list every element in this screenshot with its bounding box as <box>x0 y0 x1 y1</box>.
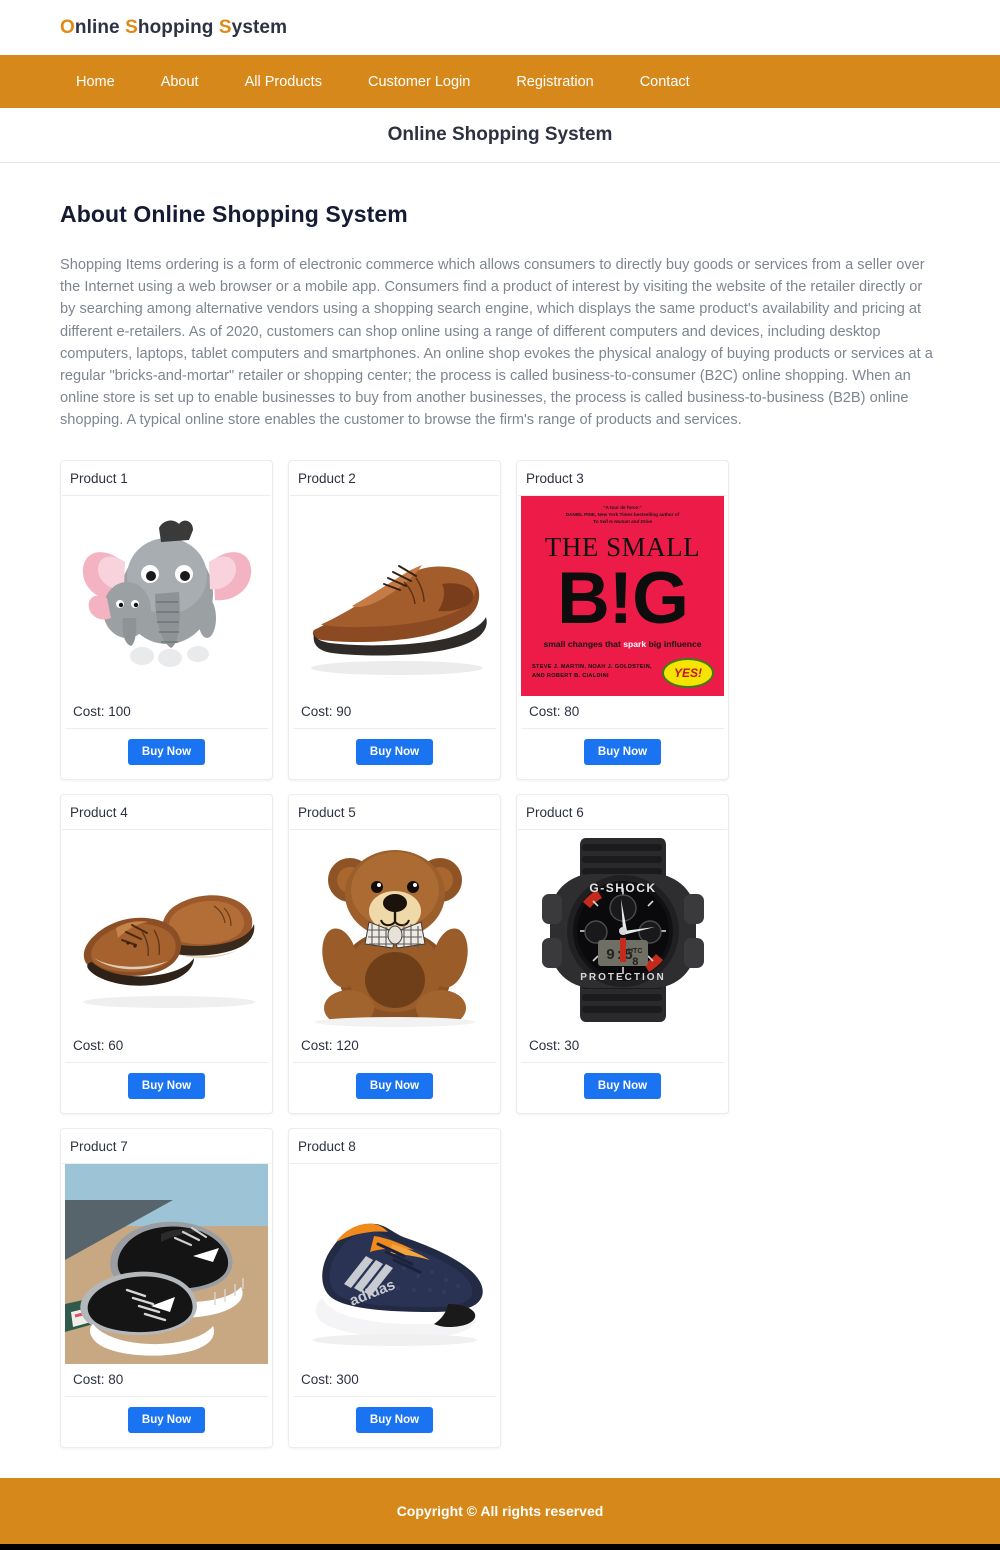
product-card[interactable]: Product 5 Cost: 120 Buy Now <box>288 793 501 1114</box>
product-cost: Cost: 120 <box>293 1030 496 1063</box>
nav-link-all-products[interactable]: All Products <box>229 66 338 98</box>
product-image-navy-adidas-sneaker: adidas <box>289 1163 500 1364</box>
watch-protection-label: PROTECTION <box>580 972 666 983</box>
main-navigation: Home About All Products Customer Login R… <box>0 55 1000 108</box>
book-authors-line2: AND ROBERT B. CIALDINI <box>532 672 609 679</box>
product-card[interactable]: Product 8 adidas Cost: 300 Buy Now <box>288 1127 501 1448</box>
product-title: Product 4 <box>62 795 271 830</box>
watch-utc-label: UTC <box>628 948 642 955</box>
main-content: About Online Shopping System Shopping It… <box>0 163 1000 1448</box>
product-image-black-reebok-sneakers-photo <box>61 1163 272 1364</box>
product-cost: Cost: 90 <box>293 696 496 729</box>
nav-item-all-products[interactable]: All Products <box>229 66 338 98</box>
product-card[interactable]: Product 2 Cost: 90 Buy Now <box>288 459 501 780</box>
product-cost: Cost: 60 <box>65 1030 268 1063</box>
buy-now-button[interactable]: Buy Now <box>127 1406 206 1433</box>
nav-item-customer-login[interactable]: Customer Login <box>352 66 486 98</box>
buy-now-button[interactable]: Buy Now <box>355 1072 434 1099</box>
buy-now-button[interactable]: Buy Now <box>355 738 434 765</box>
product-title: Product 3 <box>518 461 727 496</box>
page-title-bar: Online Shopping System <box>0 108 1000 163</box>
buy-now-button[interactable]: Buy Now <box>127 1072 206 1099</box>
book-blurb-works: To Sell Is Human and Drive <box>592 518 653 524</box>
buy-now-button[interactable]: Buy Now <box>583 1072 662 1099</box>
nav-item-about[interactable]: About <box>145 66 215 98</box>
site-logo[interactable]: Online Shopping System <box>60 17 287 39</box>
product-card[interactable]: Product 1 Cost: 100 Buy Now <box>60 459 273 780</box>
bottom-rule <box>0 1543 1000 1550</box>
book-title-big: B!G <box>557 557 689 639</box>
product-actions: Buy Now <box>61 1397 272 1447</box>
nav-link-registration[interactable]: Registration <box>500 66 609 98</box>
buy-now-button[interactable]: Buy Now <box>583 738 662 765</box>
logo-text-nline: nline <box>74 16 126 38</box>
buy-now-button[interactable]: Buy Now <box>127 738 206 765</box>
product-actions: Buy Now <box>517 729 728 779</box>
buy-now-button[interactable]: Buy Now <box>355 1406 434 1433</box>
product-image-brown-dress-shoe <box>289 495 500 696</box>
product-title: Product 6 <box>518 795 727 830</box>
brand-header: Online Shopping System <box>0 0 1000 55</box>
logo-letter-o: O <box>60 16 75 38</box>
copyright-text: Copyright © All rights reserved <box>396 1502 604 1519</box>
product-card[interactable]: Product 6 9:5 UTC 8 G-SHOCK PROTECTION C… <box>516 793 729 1114</box>
nav-link-contact[interactable]: Contact <box>624 66 706 98</box>
nav-item-registration[interactable]: Registration <box>500 66 609 98</box>
product-card[interactable]: Product 3 "A tour de force." DANIEL PINK… <box>516 459 729 780</box>
product-image-brown-teddy-bear <box>289 829 500 1030</box>
book-yes-badge-label: YES! <box>673 665 702 680</box>
product-actions: Buy Now <box>61 1063 272 1113</box>
book-blurb-author: DANIEL PINK, New York Times bestselling … <box>565 511 680 517</box>
svg-text:8: 8 <box>632 957 639 969</box>
logo-letter-s2: S <box>218 16 232 38</box>
product-title: Product 2 <box>290 461 499 496</box>
page-title: Online Shopping System <box>387 124 613 145</box>
product-card[interactable]: Product 4 Cost: 60 Buy Now <box>60 793 273 1114</box>
product-title: Product 1 <box>62 461 271 496</box>
product-image-brown-brogue-shoes-pair <box>61 829 272 1030</box>
book-blurb-quote: "A tour de force." <box>603 504 642 510</box>
product-actions: Buy Now <box>61 729 272 779</box>
logo-text-ystem: ystem <box>231 16 288 38</box>
book-authors-line1: STEVE J. MARTIN, NOAH J. GOLDSTEIN, <box>532 663 652 670</box>
site-footer: Copyright © All rights reserved <box>0 1477 1000 1544</box>
product-cost: Cost: 100 <box>65 696 268 729</box>
nav-link-home[interactable]: Home <box>60 66 131 98</box>
about-paragraph: Shopping Items ordering is a form of ele… <box>60 257 933 429</box>
product-cost: Cost: 80 <box>65 1364 268 1397</box>
product-grid: Product 1 Cost: 100 Buy Now Product 2 Co… <box>60 459 940 1448</box>
logo-text-hopping: hopping <box>137 16 219 38</box>
nav-item-contact[interactable]: Contact <box>624 66 706 98</box>
book-subtitle-b: big influence <box>646 638 702 649</box>
product-title: Product 7 <box>62 1129 271 1164</box>
logo-letter-s1: S <box>125 16 138 38</box>
product-image-the-small-big-book-cover: "A tour de force." DANIEL PINK, New York… <box>517 495 728 696</box>
product-title: Product 5 <box>290 795 499 830</box>
product-actions: Buy Now <box>289 729 500 779</box>
book-subtitle-a: small changes that <box>543 638 624 649</box>
book-yes-badge: YES! <box>662 657 714 688</box>
watch-brand-label: G-SHOCK <box>589 881 656 895</box>
product-image-g-shock-watch: 9:5 UTC 8 G-SHOCK PROTECTION <box>517 829 728 1030</box>
nav-link-about[interactable]: About <box>145 66 215 98</box>
product-actions: Buy Now <box>517 1063 728 1113</box>
product-cost: Cost: 300 <box>293 1364 496 1397</box>
nav-item-home[interactable]: Home <box>60 66 131 98</box>
book-subtitle-spark: spark <box>623 638 647 649</box>
product-cost: Cost: 30 <box>521 1030 724 1063</box>
product-actions: Buy Now <box>289 1397 500 1447</box>
product-card[interactable]: Product 7 Cost: 80 Buy Now <box>60 1127 273 1448</box>
product-actions: Buy Now <box>289 1063 500 1113</box>
nav-link-customer-login[interactable]: Customer Login <box>352 66 486 98</box>
product-image-elephant-plush-toy <box>61 495 272 696</box>
nav-list: Home About All Products Customer Login R… <box>60 66 720 98</box>
section-heading: About Online Shopping System <box>60 201 408 227</box>
product-cost: Cost: 80 <box>521 696 724 729</box>
product-title: Product 8 <box>290 1129 499 1164</box>
